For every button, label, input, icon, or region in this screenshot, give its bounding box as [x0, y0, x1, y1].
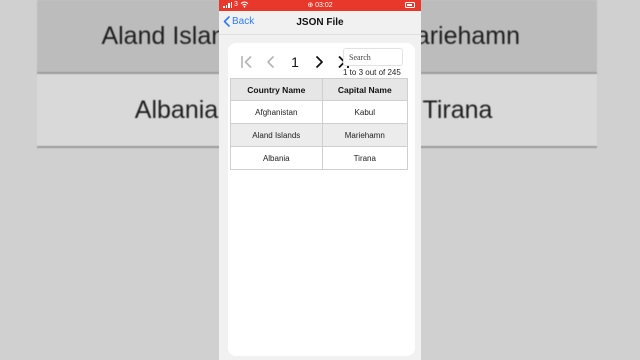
record-count-label: 1 to 3 out of 245 [343, 68, 401, 77]
page-title: JSON File [296, 17, 344, 28]
column-header-capital[interactable]: Capital Name [321, 78, 409, 101]
table-row[interactable]: Albania Tirana [230, 146, 409, 170]
table-header-row: Country Name Capital Name [230, 78, 409, 101]
pagination: 1 [235, 54, 355, 70]
status-bar: 3 ⊕ 03:02 [219, 0, 421, 11]
capital-cell: Kabul [321, 100, 409, 124]
first-page-button[interactable] [235, 54, 259, 70]
status-time: 03:02 [315, 2, 333, 9]
navigation-bar: Back JSON File [219, 11, 421, 35]
current-page-number: 1 [291, 54, 299, 70]
country-cell: Aland Islands [230, 123, 323, 147]
column-header-country[interactable]: Country Name [230, 78, 323, 101]
search-input[interactable] [343, 48, 403, 66]
country-cell: Afghanistan [230, 100, 323, 124]
table-row[interactable]: Aland Islands Mariehamn [230, 123, 409, 147]
capital-cell: Mariehamn [321, 123, 409, 147]
countries-table: Country Name Capital Name Afghanistan Ka… [230, 78, 409, 170]
capital-cell: Tirana [321, 146, 409, 170]
next-page-button[interactable] [307, 54, 331, 70]
table-row[interactable]: Afghanistan Kabul [230, 100, 409, 124]
status-time-group: ⊕ 03:02 [219, 1, 421, 9]
phone-screen: 3 ⊕ 03:02 Back JSON File 1 1 to 3 o [219, 0, 421, 360]
country-cell: Albania [230, 146, 323, 170]
chevron-left-icon [267, 55, 275, 69]
first-page-icon [241, 55, 252, 69]
battery-icon [405, 2, 415, 8]
chevron-right-icon [315, 55, 323, 69]
location-icon: ⊕ [307, 2, 314, 9]
previous-page-button[interactable] [259, 54, 283, 70]
